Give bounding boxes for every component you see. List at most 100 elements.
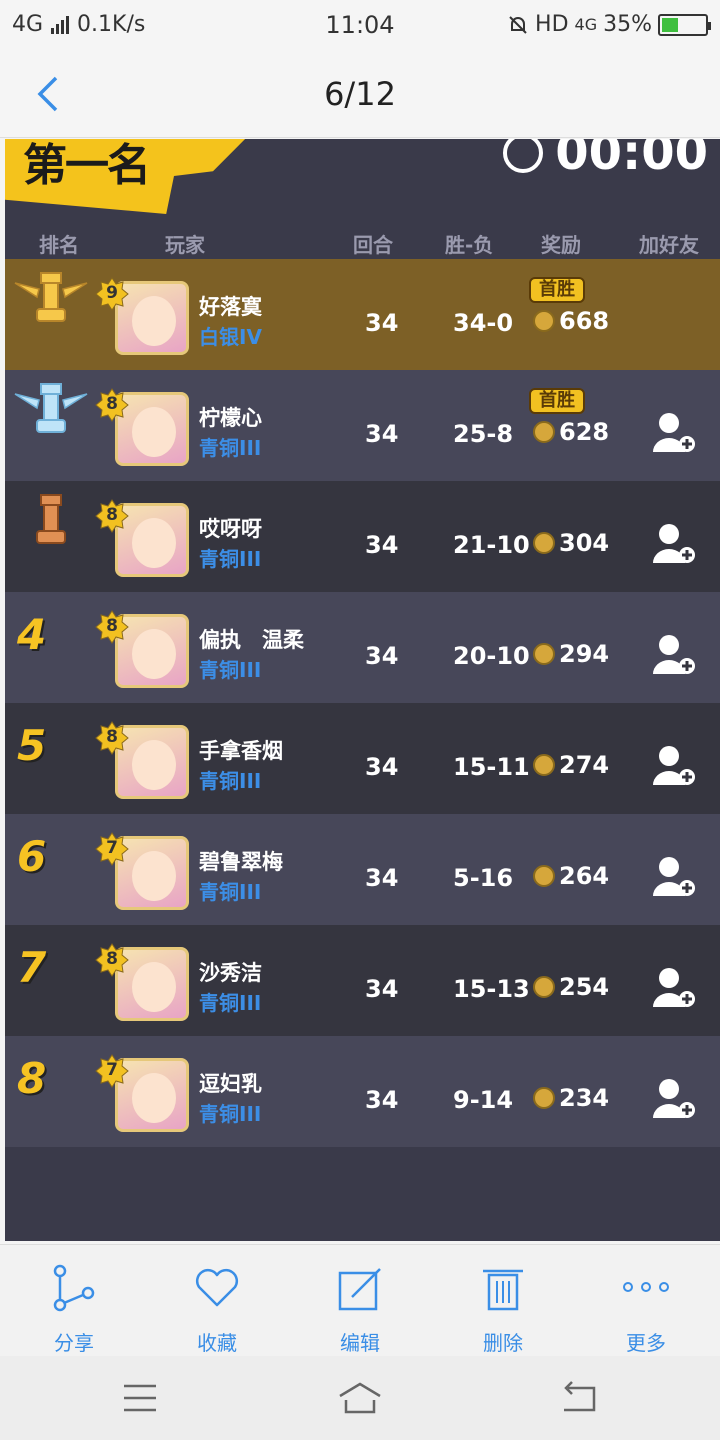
level-star-icon: [95, 832, 129, 866]
coin-icon: [533, 1087, 555, 1109]
header-rank: 排名: [39, 233, 79, 257]
player-row: 8 7 逗妇乳 青铜III 34 9-14 234: [5, 1036, 720, 1147]
edit-icon: [338, 1268, 381, 1311]
rank-trophy-icon: [14, 272, 88, 322]
player-win-loss: 34-0: [453, 309, 514, 337]
banner-text: 第一名: [23, 140, 151, 191]
player-reward: 304: [533, 529, 609, 557]
coin-icon: [533, 754, 555, 776]
player-reward: 294: [533, 640, 609, 668]
player-rounds: 34: [365, 1086, 399, 1114]
more-label: 更多: [626, 1331, 666, 1355]
rank-banner: 第一名: [5, 139, 305, 219]
coin-icon: [533, 532, 555, 554]
player-win-loss: 15-13: [453, 975, 530, 1003]
player-rounds: 34: [365, 642, 399, 670]
level-star-icon: [95, 388, 129, 422]
home-icon[interactable]: [338, 1378, 382, 1418]
player-row: 9 好落寞 白银IV 34 34-0 首胜 668: [5, 259, 720, 370]
add-friend-icon[interactable]: [651, 410, 695, 454]
rank-number: 7: [17, 943, 47, 992]
player-tier: 青铜III: [199, 769, 262, 793]
system-nav-bar: [0, 1356, 720, 1440]
bottom-toolbar: 分享 收藏 编辑 删除 更多: [0, 1244, 720, 1356]
player-reward: 254: [533, 973, 609, 1001]
player-name: 碧鲁翠梅: [199, 850, 283, 874]
player-tier: 青铜III: [199, 658, 262, 682]
coin-icon: [533, 976, 555, 998]
reward-value: 294: [559, 640, 610, 668]
share-icon: [53, 1264, 95, 1312]
rank-number: 8: [17, 1054, 47, 1103]
reward-value: 254: [559, 973, 610, 1001]
mute-icon: [509, 15, 527, 34]
player-name: 柠檬心: [199, 406, 262, 430]
reward-value: 264: [559, 862, 610, 890]
delete-button[interactable]: 删除: [443, 1245, 563, 1357]
player-rounds: 34: [365, 975, 399, 1003]
battery-percent: 35%: [603, 12, 652, 37]
add-friend-icon[interactable]: [651, 521, 695, 565]
player-rounds: 34: [365, 309, 399, 337]
player-reward: 668: [533, 307, 609, 335]
game-result-screenshot: 第一名 00:00 排名 玩家 回合 胜-负 奖励 加好友 9 好落寞 白银IV…: [5, 139, 720, 1241]
player-rounds: 34: [365, 531, 399, 559]
favorite-button[interactable]: 收藏: [157, 1245, 277, 1357]
favorite-label: 收藏: [197, 1331, 237, 1355]
hd-label: HD: [535, 12, 569, 37]
add-friend-icon[interactable]: [651, 743, 695, 787]
player-win-loss: 21-10: [453, 531, 530, 559]
add-friend-icon[interactable]: [651, 854, 695, 898]
player-name: 手拿香烟: [199, 739, 283, 763]
reward-value: 668: [559, 307, 610, 335]
coin-icon: [533, 310, 555, 332]
rank-number: 4: [17, 610, 47, 659]
player-rounds: 34: [365, 420, 399, 448]
level-star-icon: [95, 721, 129, 755]
menu-icon[interactable]: [118, 1378, 162, 1418]
rank-trophy-icon: [36, 494, 66, 544]
back-nav-icon[interactable]: [558, 1378, 602, 1418]
header-player: 玩家: [165, 233, 205, 257]
player-tier: 青铜III: [199, 991, 262, 1015]
player-name: 哎呀呀: [199, 517, 262, 541]
player-row: 8 柠檬心 青铜III 34 25-8 首胜 628: [5, 370, 720, 481]
player-tier: 青铜III: [199, 880, 262, 904]
level-star-icon: [95, 1054, 129, 1088]
edit-label: 编辑: [340, 1331, 380, 1355]
edit-button[interactable]: 编辑: [300, 1245, 420, 1357]
network-right-label: 4G: [574, 15, 598, 34]
page-title: 6/12: [324, 75, 396, 113]
player-reward: 628: [533, 418, 609, 446]
reward-value: 274: [559, 751, 610, 779]
header-rounds: 回合: [353, 233, 393, 257]
title-bar: 6/12: [0, 50, 720, 138]
player-row: 6 7 碧鲁翠梅 青铜III 34 5-16 264: [5, 814, 720, 925]
share-label: 分享: [54, 1331, 94, 1355]
status-bar: 4G 0.1K/s 11:04 HD 4G 35%: [0, 0, 720, 50]
header-add-friend: 加好友: [639, 233, 699, 257]
heart-icon: [195, 1268, 239, 1307]
status-right: HD 4G 35%: [507, 12, 711, 37]
share-button[interactable]: 分享: [14, 1245, 134, 1357]
battery-icon: [658, 13, 711, 36]
player-row: 8 哎呀呀 青铜III 34 21-10 304: [5, 481, 720, 592]
add-friend-icon[interactable]: [651, 1076, 695, 1120]
player-row: 4 8 偏执 温柔 青铜III 34 20-10 294: [5, 592, 720, 703]
coin-icon: [533, 421, 555, 443]
more-button[interactable]: 更多: [586, 1245, 706, 1357]
level-star-icon: [95, 277, 129, 311]
player-tier: 青铜III: [199, 1102, 262, 1126]
level-star-icon: [95, 943, 129, 977]
player-reward: 274: [533, 751, 609, 779]
add-friend-icon[interactable]: [651, 632, 695, 676]
rank-trophy-icon: [14, 383, 88, 433]
delete-label: 删除: [483, 1331, 523, 1355]
timer-value: 00:00: [555, 139, 708, 181]
add-friend-icon[interactable]: [651, 965, 695, 1009]
header-win-loss: 胜-负: [445, 233, 494, 257]
level-star-icon: [95, 610, 129, 644]
player-win-loss: 5-16: [453, 864, 514, 892]
player-name: 好落寞: [199, 295, 262, 319]
player-name: 逗妇乳: [199, 1072, 262, 1096]
